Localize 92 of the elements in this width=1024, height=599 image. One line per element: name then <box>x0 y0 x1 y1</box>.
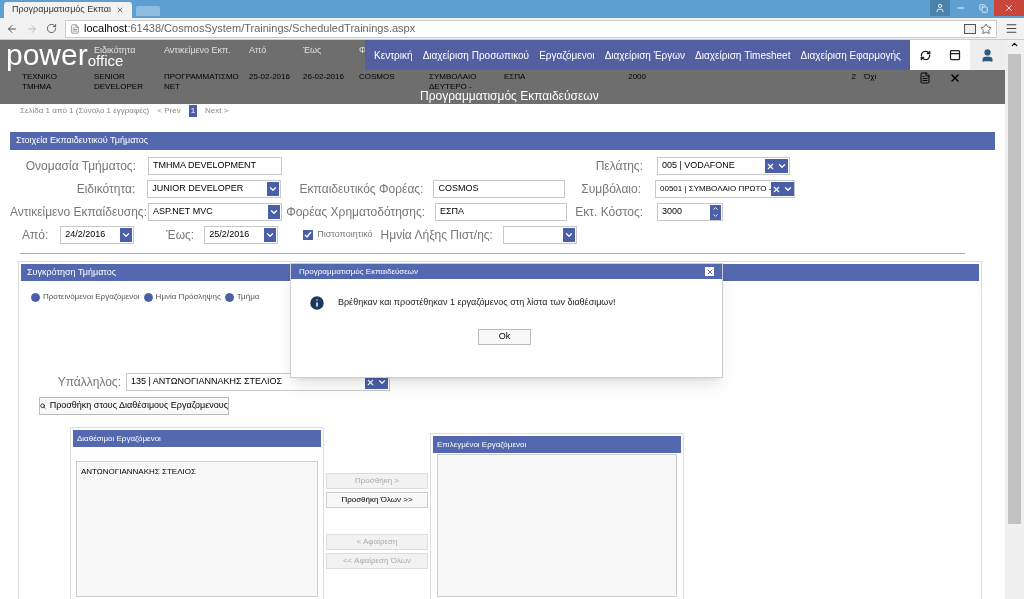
field-label: Εκτ. Κόστος: <box>575 205 643 219</box>
user-icon[interactable] <box>970 40 1005 70</box>
move-button[interactable]: Προσθήκη Όλων >> <box>326 492 428 508</box>
field-label: Φορέας Χρηματοδότησης: <box>286 205 425 219</box>
list-item[interactable]: ΑΝΤΩΝΟΓΙΑΝΝΑΚΗΣ ΣΤΕΛΙΟΣ <box>81 466 313 478</box>
ok-button[interactable]: Ok <box>478 329 531 345</box>
table-cell: Όχι <box>864 72 877 81</box>
filter-label: Ημνία Πρόσληψης <box>155 291 221 303</box>
nav-item[interactable]: Διαχείριση Εφαρμογής <box>800 47 901 63</box>
cert-end-date-picker[interactable] <box>502 226 577 244</box>
funding-field[interactable]: ΕΣΠΑ <box>435 203 567 221</box>
list-header: Διαθέσιμοι Εργαζόμενοι <box>73 430 321 447</box>
table-cell: ΤΕΧΝΙΚΟ ΤΜΗΜΑ <box>22 72 57 91</box>
table-cell: 25-02-2016 <box>249 72 290 81</box>
logo-subtext: office <box>87 53 124 69</box>
field-label: Ημνία Λήξης Πιστ/ης: <box>380 227 493 244</box>
browser-tab[interactable]: Προγραμματισμός Εκπαι <box>4 2 132 18</box>
spinner-icon[interactable] <box>710 204 721 220</box>
translate-icon[interactable] <box>964 23 976 34</box>
url-host: localhost <box>84 22 128 35</box>
field-label: Υπάλληλος: <box>57 375 121 389</box>
field-label: Συμβόλαιο: <box>581 182 641 196</box>
nav-item[interactable]: Διαχείριση Timesheet <box>695 47 791 63</box>
reload-icon[interactable] <box>46 23 57 34</box>
nav-item[interactable]: Διαχείριση Προσωπικού <box>422 47 530 63</box>
table-cell: SENIOR DEVELOPER <box>94 72 143 91</box>
edit-icon[interactable] <box>919 72 931 84</box>
field-label: Αντικείμενο Εκπαίδευσης: <box>10 205 147 219</box>
close-icon[interactable] <box>705 267 714 276</box>
close-icon[interactable] <box>994 0 1024 16</box>
table-cell: 2 <box>851 72 856 81</box>
checkbox-label: Πιστοποιητικό <box>317 228 373 242</box>
page-number[interactable]: 1 <box>188 105 198 117</box>
from-date-picker[interactable]: 24/2/2016 <box>60 226 135 244</box>
add-to-available-button[interactable]: Προσθήκη στους Διαθέσιμους Εργαζομενους <box>39 397 229 415</box>
clear-icon[interactable] <box>771 182 783 196</box>
table-cell: 2000 <box>628 72 646 81</box>
table-cell: ΕΣΠΑ <box>504 72 526 81</box>
bookmark-star-icon[interactable] <box>980 22 992 35</box>
url-path: :61438/CosmosSystem/Trainings/ScheduledTrainings.aspx <box>127 22 416 35</box>
table-cell: ΠΡΟΓΡΑΜΜΑΤΙΣΜΟ NET <box>164 72 239 91</box>
provider-field[interactable]: COSMOS <box>433 180 566 198</box>
to-date-picker[interactable]: 25/2/2016 <box>204 226 279 244</box>
contract-combo[interactable]: 00501 | ΣΥΜΒΟΛΑΙΟ ΠΡΩΤΟ - <box>655 180 795 198</box>
field-label: Πελάτης: <box>595 159 643 173</box>
page-icon <box>70 23 80 34</box>
column-header: Ειδικότητα <box>94 45 136 56</box>
nav-item[interactable]: Εργαζόμενοι <box>539 47 595 63</box>
nav-item[interactable]: Διαχείριση Έργων <box>604 47 686 63</box>
list-header: Επιλεγμένοι Εργαζόμενοι <box>433 436 681 453</box>
table-cell: 26-02-2016 <box>303 72 344 81</box>
prev-link[interactable]: < Prev <box>157 105 181 117</box>
field-label: Εκπαιδευτικός Φορέας: <box>299 182 424 196</box>
back-icon[interactable] <box>6 22 18 35</box>
section-header: Στοιχεία Εκπαιδευτικού Τμήματος <box>10 132 995 150</box>
nav-item[interactable]: Κεντρική <box>374 47 413 63</box>
filter-label: Τμήμα <box>236 291 260 303</box>
field-label: Ονομασία Τμήματος: <box>25 159 136 173</box>
search-icon <box>40 401 46 411</box>
specialty-dropdown[interactable]: JUNIOR DEVELOPER <box>147 180 282 198</box>
cost-spinner[interactable]: 3000 <box>657 203 723 221</box>
table-cell: COSMOS <box>359 72 395 81</box>
dialog-title: Προγραμματισμός Εκπαιδεύσεων <box>299 265 419 278</box>
checkbox[interactable] <box>303 230 314 240</box>
dialog-message: Βρέθηκαν και προστέθηκαν 1 εργαζόμενος στη λίστα των διαθέσιμων! <box>338 296 616 310</box>
name-field[interactable]: ΤΜΗΜΑ DEVELOPMENT <box>148 157 282 175</box>
filter-label: Προτεινόμενοι Εργαζόμενοι <box>43 291 140 303</box>
menu-icon[interactable] <box>1005 22 1018 35</box>
table-cell: ΣΥΜΒΟΛΑΙΟ ΔΕΥΤΕΡΟ - <box>429 72 477 91</box>
scrollbar[interactable] <box>1005 40 1024 599</box>
subject-dropdown[interactable]: ASP.NET MVC <box>148 203 282 221</box>
page-title: Προγραμματισμός Εκπαιδεύσεων <box>420 90 599 103</box>
pager-summary: Σελίδα 1 από 1 (Σύνολο 1 εγγραφές) <box>20 105 150 117</box>
column-header: Έως <box>303 45 322 56</box>
address-bar[interactable]: localhost:61438/CosmosSystem/Trainings/ScheduledTrainings.aspx <box>65 19 997 38</box>
column-header: Από <box>249 45 267 56</box>
info-icon <box>308 294 326 312</box>
scroll-up-icon <box>1010 40 1019 49</box>
field-label: Ειδικότητα: <box>76 182 136 196</box>
next-link[interactable]: Next > <box>205 105 229 117</box>
logo-text: power <box>6 41 88 69</box>
filter-radio[interactable] <box>224 292 234 302</box>
field-label: Έως: <box>166 227 195 244</box>
client-combo[interactable]: 005 | VODAFONE <box>657 157 790 175</box>
clear-icon[interactable] <box>765 159 776 173</box>
profile-icon[interactable] <box>930 0 950 16</box>
filter-radio[interactable] <box>31 292 40 302</box>
column-header: Αντικείμενο Εκπ. <box>164 45 231 56</box>
field-label: Από: <box>22 227 49 244</box>
filter-radio[interactable] <box>143 292 153 302</box>
delete-icon[interactable] <box>949 72 961 84</box>
close-icon[interactable] <box>116 6 124 14</box>
